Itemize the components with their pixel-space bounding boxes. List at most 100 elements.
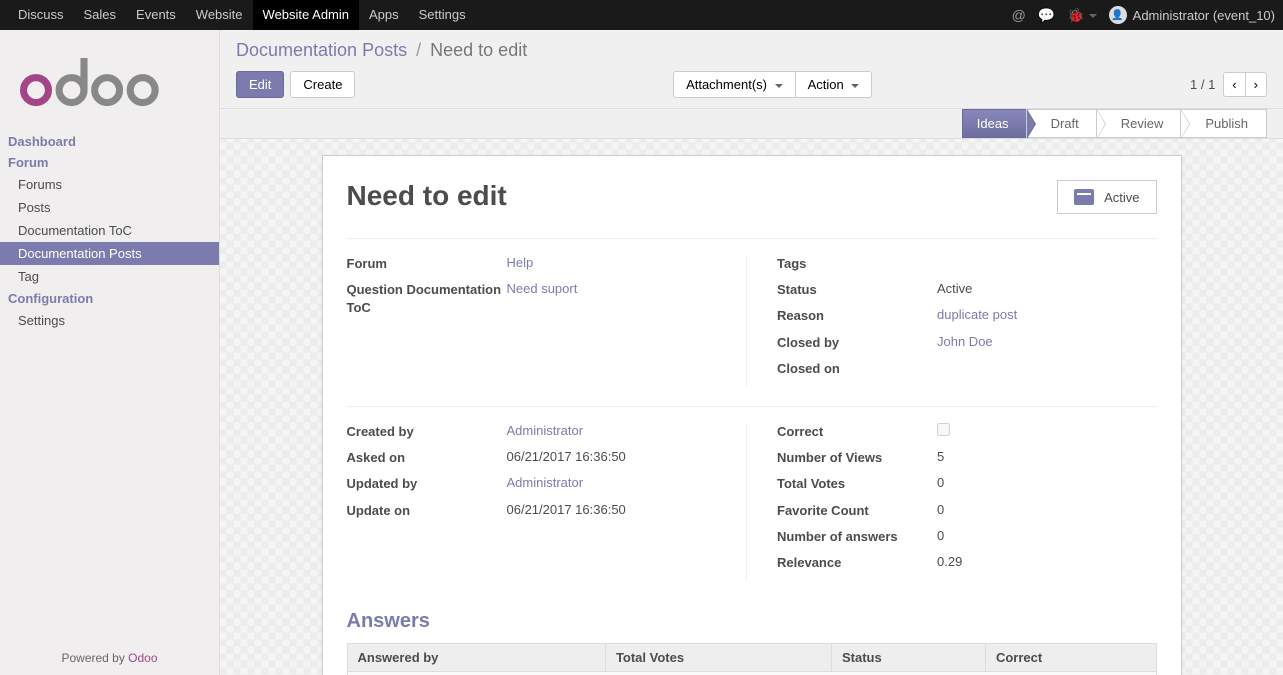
odoo-link[interactable]: Odoo (128, 651, 157, 665)
nav-sales[interactable]: Sales (74, 0, 127, 30)
field-row: Closed byJohn Doe (777, 334, 1157, 352)
status-draft[interactable]: Draft (1026, 109, 1097, 138)
pager-text: 1 / 1 (1190, 77, 1215, 92)
field-row: Asked on06/21/2017 16:36:50 (347, 449, 727, 467)
field-row: StatusActive (777, 281, 1157, 299)
statusbar: IdeasDraftReviewPublish (220, 109, 1283, 139)
table-header[interactable]: Total Votes (605, 644, 831, 672)
debug-icon[interactable]: 🐞 (1067, 7, 1096, 24)
field-row: Number of answers0 (777, 528, 1157, 546)
field-value (937, 423, 1157, 441)
field-row: Updated byAdministrator (347, 475, 727, 493)
nav-settings[interactable]: Settings (409, 0, 476, 30)
field-row: Created byAdministrator (347, 423, 727, 441)
active-badge[interactable]: Active (1057, 180, 1156, 214)
sidebar-footer: Powered by Odoo (0, 641, 219, 675)
field-label: Correct (777, 423, 937, 441)
field-value: 06/21/2017 16:36:50 (507, 449, 727, 467)
field-row: Correct (777, 423, 1157, 441)
avatar: 👤 (1109, 6, 1127, 24)
field-label: Number of Views (777, 449, 937, 467)
action-dropdown[interactable]: Action (795, 71, 873, 98)
field-value: 5 (937, 449, 1157, 467)
field-label: Update on (347, 502, 507, 520)
field-row: Update on06/21/2017 16:36:50 (347, 502, 727, 520)
pager-next[interactable]: › (1245, 72, 1267, 97)
field-value[interactable]: Need suport (507, 281, 727, 317)
sidebar-item-documentation-posts[interactable]: Documentation Posts (0, 242, 219, 265)
status-ideas[interactable]: Ideas (962, 109, 1027, 138)
create-button[interactable]: Create (290, 71, 355, 98)
breadcrumb-parent[interactable]: Documentation Posts (236, 40, 407, 60)
field-label: Updated by (347, 475, 507, 493)
status-publish[interactable]: Publish (1180, 109, 1267, 138)
field-value: 0 (937, 502, 1157, 520)
field-value[interactable]: duplicate post (937, 307, 1157, 325)
field-label: Asked on (347, 449, 507, 467)
table-row (347, 672, 1156, 675)
sidebar-section-dashboard[interactable]: Dashboard (0, 131, 219, 152)
sidebar-item-posts[interactable]: Posts (0, 196, 219, 219)
field-value (937, 360, 1157, 378)
field-value (937, 255, 1157, 273)
field-value: 0 (937, 475, 1157, 493)
sidebar-item-documentation-toc[interactable]: Documentation ToC (0, 219, 219, 242)
correct-checkbox (937, 423, 950, 436)
nav-apps[interactable]: Apps (359, 0, 409, 30)
table-header[interactable]: Correct (985, 644, 1156, 672)
field-row: ForumHelp (347, 255, 727, 273)
table-header[interactable]: Answered by (347, 644, 605, 672)
sidebar: DashboardForumForumsPostsDocumentation T… (0, 30, 220, 675)
nav-events[interactable]: Events (126, 0, 186, 30)
field-value: Active (937, 281, 1157, 299)
sidebar-item-forums[interactable]: Forums (0, 173, 219, 196)
field-row: Total Votes0 (777, 475, 1157, 493)
mail-icon[interactable]: @ (1012, 7, 1026, 23)
field-row: Reasonduplicate post (777, 307, 1157, 325)
field-row: Closed on (777, 360, 1157, 378)
field-label: Reason (777, 307, 937, 325)
sidebar-item-settings[interactable]: Settings (0, 309, 219, 332)
field-label: Status (777, 281, 937, 299)
nav-discuss[interactable]: Discuss (8, 0, 74, 30)
logo[interactable] (0, 30, 219, 131)
form-sheet: Need to edit Active ForumHelp Question Do… (322, 155, 1182, 675)
chat-icon[interactable]: 💬 (1038, 7, 1055, 24)
field-value[interactable]: Administrator (507, 423, 727, 441)
attachments-dropdown[interactable]: Attachment(s) (673, 71, 796, 98)
control-panel: Documentation Posts / Need to edit Edit … (220, 30, 1283, 109)
edit-button[interactable]: Edit (236, 71, 284, 98)
answers-table: Answered byTotal VotesStatusCorrect (347, 643, 1157, 675)
field-value[interactable]: Help (507, 255, 727, 273)
pager-prev[interactable]: ‹ (1223, 72, 1245, 97)
breadcrumb-current: Need to edit (430, 40, 527, 60)
field-row: Relevance0.29 (777, 554, 1157, 572)
page-title: Need to edit (347, 180, 507, 212)
nav-website-admin[interactable]: Website Admin (253, 0, 359, 30)
field-row: Favorite Count0 (777, 502, 1157, 520)
field-label: Favorite Count (777, 502, 937, 520)
user-menu[interactable]: 👤 Administrator (event_10) (1109, 6, 1275, 24)
top-navbar: DiscussSalesEventsWebsiteWebsite AdminAp… (0, 0, 1283, 30)
field-label: Total Votes (777, 475, 937, 493)
table-header[interactable]: Status (831, 644, 985, 672)
nav-website[interactable]: Website (186, 0, 253, 30)
field-label: Tags (777, 255, 937, 273)
field-label: Closed by (777, 334, 937, 352)
field-value: 0 (937, 528, 1157, 546)
archive-icon (1074, 189, 1094, 205)
field-label: Closed on (777, 360, 937, 378)
field-row: Number of Views5 (777, 449, 1157, 467)
sidebar-section-configuration[interactable]: Configuration (0, 288, 219, 309)
sidebar-section-forum[interactable]: Forum (0, 152, 219, 173)
field-value: 0.29 (937, 554, 1157, 572)
answers-title: Answers (347, 610, 1157, 633)
status-review[interactable]: Review (1096, 109, 1182, 138)
field-label: Created by (347, 423, 507, 441)
field-value[interactable]: John Doe (937, 334, 1157, 352)
sidebar-item-tag[interactable]: Tag (0, 265, 219, 288)
field-value[interactable]: Administrator (507, 475, 727, 493)
field-label: Question Documentation ToC (347, 281, 507, 317)
pager: 1 / 1 ‹ › (1190, 72, 1267, 97)
breadcrumb: Documentation Posts / Need to edit (236, 40, 1267, 61)
